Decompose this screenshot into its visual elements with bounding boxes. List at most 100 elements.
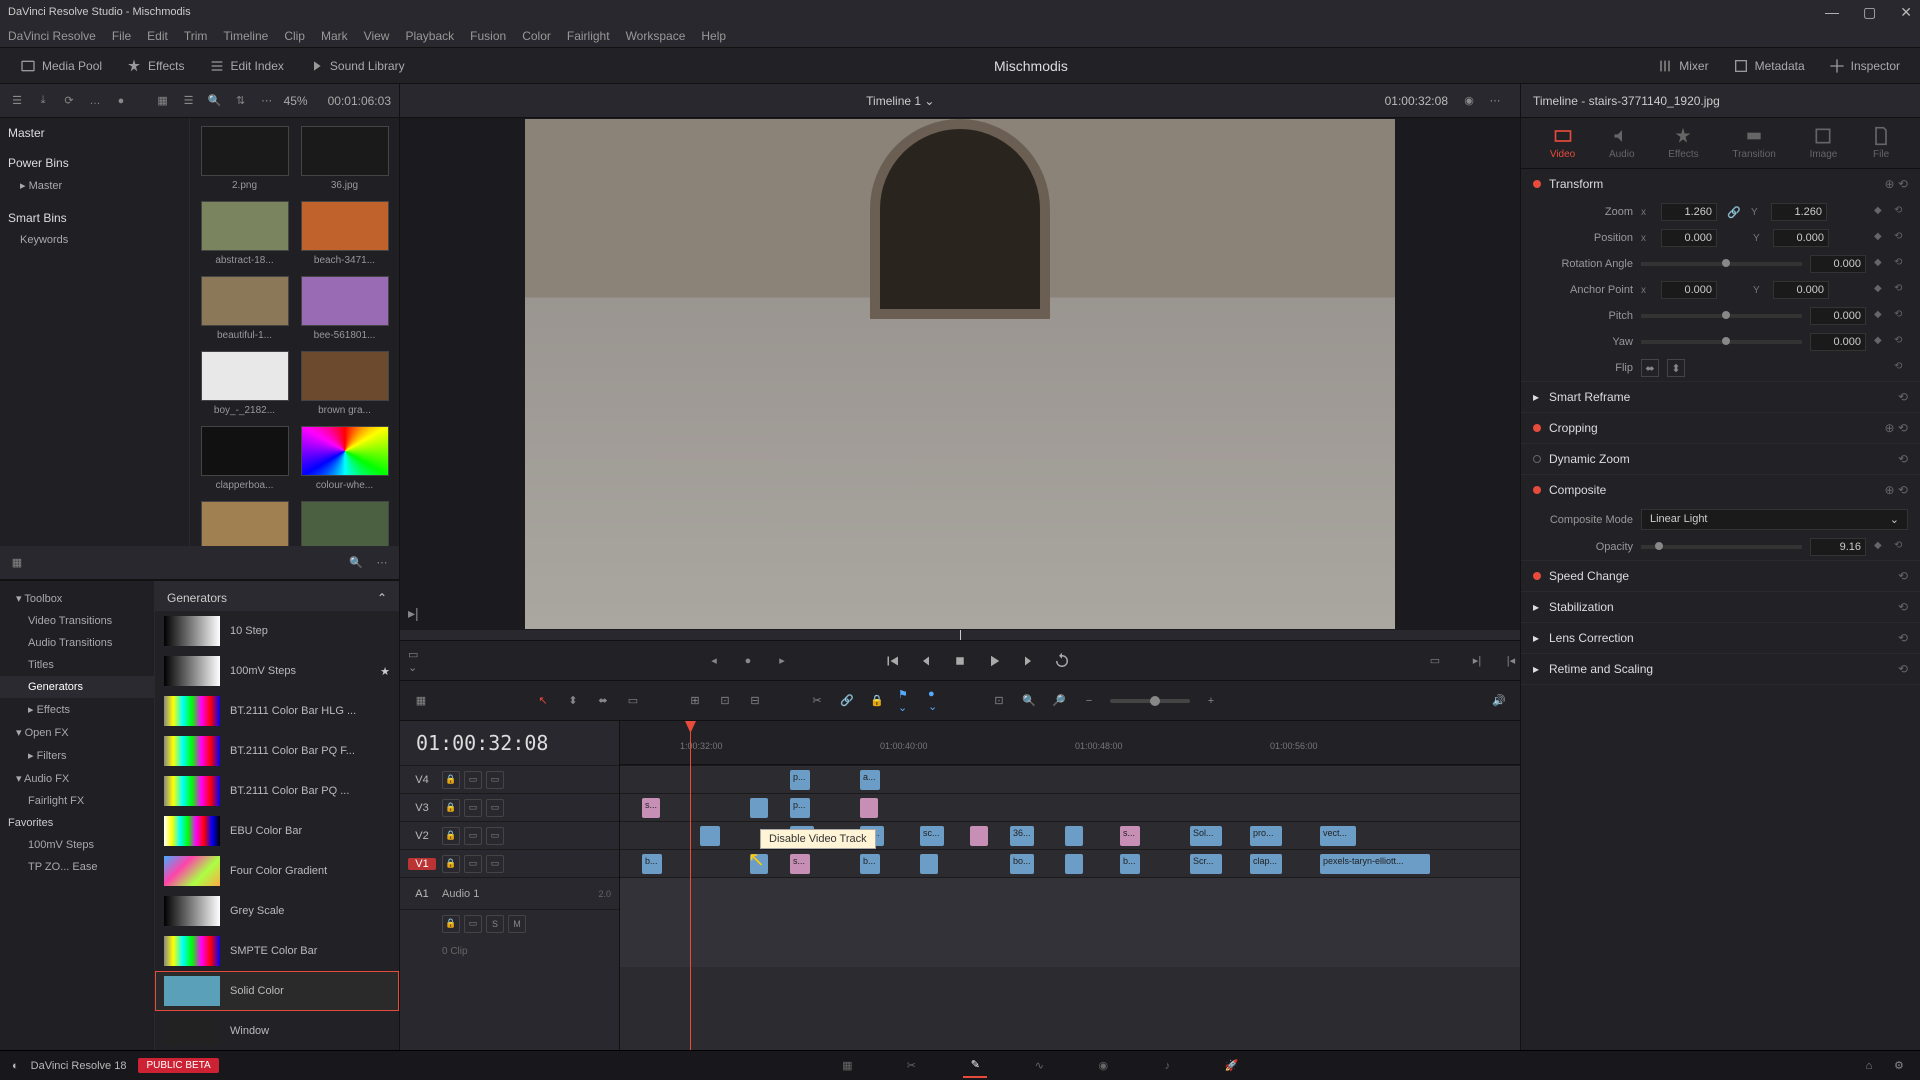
disable-track-icon[interactable]: ▭ — [486, 855, 504, 873]
keyframe-icon[interactable]: ◆ — [1874, 335, 1888, 349]
retime-header[interactable]: ▸Retime and Scaling⟲ — [1521, 654, 1920, 684]
zoom-in-icon[interactable]: + — [1202, 692, 1220, 710]
page-color-icon[interactable]: ◉ — [1091, 1054, 1115, 1078]
generator-item[interactable]: Window — [155, 1011, 399, 1050]
disable-track-icon[interactable]: ▭ — [486, 827, 504, 845]
disable-track-icon[interactable]: ▭ — [486, 799, 504, 817]
speed-change-header[interactable]: Speed Change⟲ — [1521, 561, 1920, 591]
next-edit-icon[interactable]: ▸ — [773, 652, 791, 670]
menu-workspace[interactable]: Workspace — [626, 29, 686, 43]
flip-h-icon[interactable]: ⬌ — [1641, 359, 1659, 377]
composite-header[interactable]: Composite⊕ ⟲ — [1521, 475, 1920, 505]
zoom-fit-icon[interactable]: ⊡ — [990, 692, 1008, 710]
media-thumbnail[interactable]: dog-18014... — [300, 501, 390, 546]
menu-help[interactable]: Help — [701, 29, 726, 43]
overwrite-clip-icon[interactable]: ⊡ — [716, 692, 734, 710]
page-edit-icon[interactable]: ✎ — [963, 1054, 987, 1078]
tree-audiofx[interactable]: ▾ Audio FX — [0, 767, 154, 790]
effects-button[interactable]: Effects — [118, 54, 192, 78]
solo-icon[interactable]: S — [486, 915, 504, 933]
link-icon[interactable]: 🔗 — [1725, 203, 1743, 221]
rotation-input[interactable] — [1810, 255, 1866, 273]
lock-icon[interactable]: 🔒 — [442, 915, 460, 933]
reset-icon[interactable]: ⟲ — [1894, 361, 1908, 375]
effects-search-icon[interactable]: 🔍 — [347, 554, 365, 572]
yaw-input[interactable] — [1810, 333, 1866, 351]
timeline-clip[interactable]: a... — [860, 770, 880, 790]
timeline-clip[interactable]: p... — [790, 770, 810, 790]
bin-keywords[interactable]: Keywords — [8, 231, 181, 249]
tree-generators[interactable]: Generators — [0, 676, 154, 698]
tree-video-transitions[interactable]: Video Transitions — [0, 610, 154, 632]
generator-item[interactable]: Solid Color — [155, 971, 399, 1011]
timeline-clip[interactable] — [700, 826, 720, 846]
prev-clip-icon[interactable]: |◂ — [1502, 652, 1520, 670]
next-clip-icon[interactable]: ▸| — [1468, 652, 1486, 670]
bin-list-icon[interactable]: ☰ — [8, 92, 26, 110]
rotation-slider[interactable] — [1641, 262, 1802, 266]
viewer[interactable]: ▸| — [400, 118, 1520, 630]
menu-edit[interactable]: Edit — [147, 29, 168, 43]
audio-monitor-icon[interactable]: 🔊 — [1490, 692, 1508, 710]
timeline-clip[interactable]: sc... — [920, 826, 944, 846]
menu-fusion[interactable]: Fusion — [470, 29, 506, 43]
track-v4-header[interactable]: V4 🔒▭▭ — [400, 765, 619, 793]
timeline-clip[interactable] — [970, 826, 988, 846]
arm-icon[interactable]: ▭ — [464, 915, 482, 933]
replace-clip-icon[interactable]: ⊟ — [746, 692, 764, 710]
flag-icon[interactable]: ⚑ ⌄ — [898, 692, 916, 710]
viewer-bypass-icon[interactable]: ◉ — [1460, 92, 1478, 110]
menu-file[interactable]: File — [112, 29, 131, 43]
keyframe-icon[interactable]: ◆ — [1874, 257, 1888, 271]
options-icon[interactable]: ⋯ — [258, 92, 276, 110]
timeline-clip[interactable]: b... — [860, 854, 880, 874]
viewer-scrubber[interactable] — [400, 630, 1520, 640]
menu-playback[interactable]: Playback — [405, 29, 454, 43]
pos-x-input[interactable] — [1661, 229, 1717, 247]
edit-index-button[interactable]: Edit Index — [201, 54, 292, 78]
timeline-clip[interactable]: s... — [642, 798, 660, 818]
timeline-clip[interactable]: s... — [1120, 826, 1140, 846]
reset-icon[interactable]: ⟲ — [1894, 205, 1908, 219]
media-thumbnail[interactable]: colour-whe... — [300, 426, 390, 491]
yaw-slider[interactable] — [1641, 340, 1802, 344]
tree-effects[interactable]: ▸ Effects — [0, 698, 154, 721]
loop-icon[interactable] — [1053, 652, 1071, 670]
inspector-button[interactable]: Inspector — [1821, 54, 1908, 78]
thumb-view-icon[interactable]: ▦ — [154, 92, 172, 110]
search-icon[interactable]: 🔍 — [206, 92, 224, 110]
tab-file[interactable]: File — [1871, 126, 1891, 160]
bin-master[interactable]: Master — [8, 126, 181, 140]
mixer-button[interactable]: Mixer — [1649, 54, 1716, 78]
page-cut-icon[interactable]: ✂ — [899, 1054, 923, 1078]
track-v1-header[interactable]: V1 🔒▭▭ — [400, 849, 619, 877]
selection-tool-icon[interactable]: ↖ — [534, 692, 552, 710]
reset-icon[interactable]: ⟲ — [1894, 257, 1908, 271]
page-media-icon[interactable]: ▦ — [835, 1054, 859, 1078]
media-thumbnail[interactable]: 36.jpg — [300, 126, 390, 191]
blade-icon[interactable]: ✂ — [808, 692, 826, 710]
zoom-detail-icon[interactable]: 🔍 — [1020, 692, 1038, 710]
generator-item[interactable]: 10 Step — [155, 611, 399, 651]
track-v3-lane[interactable]: s...p... — [620, 793, 1520, 821]
home-icon[interactable]: ⌂ — [1860, 1057, 1878, 1075]
timeline-ruler[interactable]: 1:00:32:00 01:00:40:00 01:00:48:00 01:00… — [620, 721, 1520, 765]
lens-correction-header[interactable]: ▸Lens Correction⟲ — [1521, 623, 1920, 653]
generator-item[interactable]: BT.2111 Color Bar HLG ... — [155, 691, 399, 731]
timeline-clip[interactable] — [750, 798, 768, 818]
anchor-y-input[interactable] — [1773, 281, 1829, 299]
reset-icon[interactable]: ⟲ — [1894, 335, 1908, 349]
lock-icon[interactable]: 🔒 — [442, 799, 460, 817]
menu-color[interactable]: Color — [522, 29, 551, 43]
zoom-custom-icon[interactable]: 🔎 — [1050, 692, 1068, 710]
track-v4-lane[interactable]: p... a... — [620, 765, 1520, 793]
dynamic-trim-icon[interactable]: ⬌ — [594, 692, 612, 710]
keyframe-icon[interactable]: ◆ — [1874, 540, 1888, 554]
sort-icon[interactable]: ⇅ — [232, 92, 250, 110]
timeline-view-icon[interactable]: ▦ — [412, 692, 430, 710]
list-view-icon[interactable]: ☰ — [180, 92, 198, 110]
effects-panel-icon[interactable]: ▦ — [8, 554, 26, 572]
tab-video[interactable]: Video — [1550, 126, 1575, 160]
page-fairlight-icon[interactable]: ♪ — [1155, 1054, 1179, 1078]
tracks-area[interactable]: 1:00:32:00 01:00:40:00 01:00:48:00 01:00… — [620, 721, 1520, 1050]
